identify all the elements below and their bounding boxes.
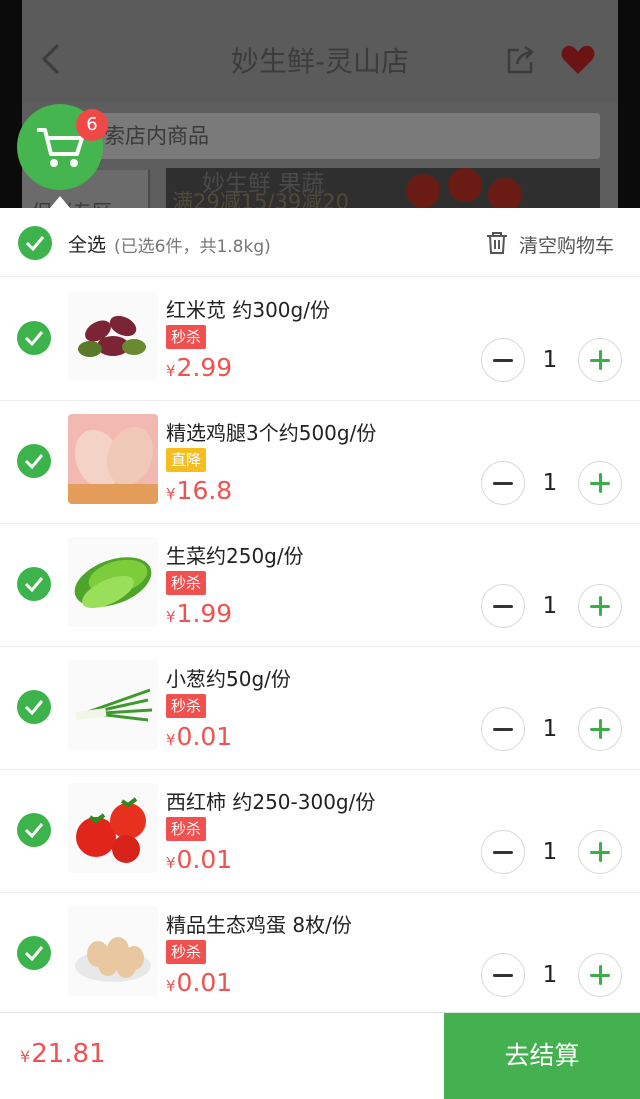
check-icon [25, 236, 45, 251]
product-name[interactable]: 红米苋 约300g/份 [166, 294, 330, 323]
product-image-chicken-legs[interactable] [68, 414, 158, 504]
check-icon [24, 823, 44, 838]
promo-tag: 秒杀 [166, 694, 207, 718]
check-icon [24, 946, 44, 961]
product-name[interactable]: 精选鸡腿3个约500g/份 [166, 417, 376, 446]
product-name[interactable]: 精品生态鸡蛋 8枚/份 [166, 909, 352, 938]
cart-item: 红米苋 约300g/份 秒杀 ¥2.99 1 [0, 277, 640, 401]
decrease-quantity-button[interactable] [481, 338, 525, 382]
promo-tag: 秒杀 [166, 571, 207, 595]
quantity-value: 1 [542, 839, 558, 865]
increase-quantity-button[interactable] [578, 830, 622, 874]
item-checkbox[interactable] [17, 444, 51, 478]
select-all-checkbox[interactable] [18, 226, 52, 260]
product-price: ¥0.01 [166, 845, 233, 874]
decrease-quantity-button[interactable] [481, 584, 525, 628]
trash-icon [487, 232, 507, 254]
product-name[interactable]: 生菜约250g/份 [166, 540, 304, 569]
checkout-bar: ¥21.81 去结算 [0, 1012, 640, 1099]
clear-cart-label: 清空购物车 [519, 235, 615, 257]
check-icon [24, 700, 44, 715]
select-all-row: 全选 (已选6件，共1.8kg) 清空购物车 [0, 208, 640, 277]
cart-sheet: 全选 (已选6件，共1.8kg) 清空购物车 红米苋 约300g/份 秒杀 ¥2… [0, 208, 640, 1097]
checkout-button[interactable]: 去结算 [444, 1013, 640, 1099]
promo-banner[interactable]: 妙生鲜 果蔬 满29减15/39减20 [166, 168, 600, 210]
total-price: ¥21.81 [20, 1039, 106, 1069]
product-price: ¥16.8 [166, 476, 233, 505]
product-name[interactable]: 西红柿 约250-300g/份 [166, 786, 375, 815]
promo-tag: 秒杀 [166, 817, 207, 841]
product-name[interactable]: 小葱约50g/份 [166, 663, 291, 692]
background-store-page: 妙生鲜-灵山店 索店内商品 促销专区 妙生鲜 果蔬 满29减15/39减20 [0, 0, 640, 224]
increase-quantity-button[interactable] [578, 338, 622, 382]
product-price: ¥2.99 [166, 353, 233, 382]
selection-summary: (已选6件，共1.8kg) [114, 237, 271, 257]
product-price: ¥0.01 [166, 722, 233, 751]
favorite-heart-icon[interactable] [560, 44, 596, 76]
decrease-quantity-button[interactable] [481, 707, 525, 751]
store-title: 妙生鲜-灵山店 [230, 45, 410, 78]
item-checkbox[interactable] [17, 936, 51, 970]
banner-tomato [448, 168, 482, 202]
cart-count-badge: 6 [76, 109, 108, 141]
decrease-quantity-button[interactable] [481, 953, 525, 997]
check-icon [24, 454, 44, 469]
quantity-value: 1 [542, 470, 558, 496]
quantity-value: 1 [542, 593, 558, 619]
promo-tag: 直降 [166, 448, 207, 472]
banner-tomato [488, 178, 522, 210]
item-checkbox[interactable] [17, 321, 51, 355]
select-all-label[interactable]: 全选 [68, 230, 106, 257]
increase-quantity-button[interactable] [578, 584, 622, 628]
increase-quantity-button[interactable] [578, 707, 622, 751]
cart-item: 西红柿 约250-300g/份 秒杀 ¥0.01 1 [0, 769, 640, 893]
quantity-value: 1 [542, 716, 558, 742]
promo-tag: 秒杀 [166, 325, 207, 349]
item-checkbox[interactable] [17, 813, 51, 847]
decrease-quantity-button[interactable] [481, 830, 525, 874]
cart-item: 精选鸡腿3个约500g/份 直降 ¥16.8 1 [0, 400, 640, 524]
banner-tomato [406, 174, 440, 208]
product-image-scallion[interactable] [68, 660, 158, 750]
quantity-value: 1 [542, 962, 558, 988]
increase-quantity-button[interactable] [578, 953, 622, 997]
share-icon[interactable] [505, 44, 537, 76]
product-image-lettuce[interactable] [68, 537, 158, 627]
cart-item: 生菜约250g/份 秒杀 ¥1.99 1 [0, 523, 640, 647]
product-image-tomato[interactable] [68, 783, 158, 873]
product-image-eggs[interactable] [68, 906, 158, 996]
item-checkbox[interactable] [17, 567, 51, 601]
item-checkbox[interactable] [17, 690, 51, 724]
product-image-red-amaranth[interactable] [68, 291, 158, 381]
banner-line2: 满29减15/39减20 [172, 190, 349, 210]
product-price: ¥1.99 [166, 599, 233, 628]
check-icon [24, 577, 44, 592]
clear-cart-button[interactable]: 清空购物车 [486, 228, 626, 258]
promo-tag: 秒杀 [166, 940, 207, 964]
product-price: ¥0.01 [166, 968, 233, 997]
increase-quantity-button[interactable] [578, 461, 622, 505]
decrease-quantity-button[interactable] [481, 461, 525, 505]
sheet-pointer [50, 196, 70, 208]
check-icon [24, 331, 44, 346]
cart-item: 精品生态鸡蛋 8枚/份 秒杀 ¥0.01 1 [0, 892, 640, 1016]
cart-item: 小葱约50g/份 秒杀 ¥0.01 1 [0, 646, 640, 770]
quantity-value: 1 [542, 347, 558, 373]
search-placeholder: 索店内商品 [104, 124, 209, 148]
